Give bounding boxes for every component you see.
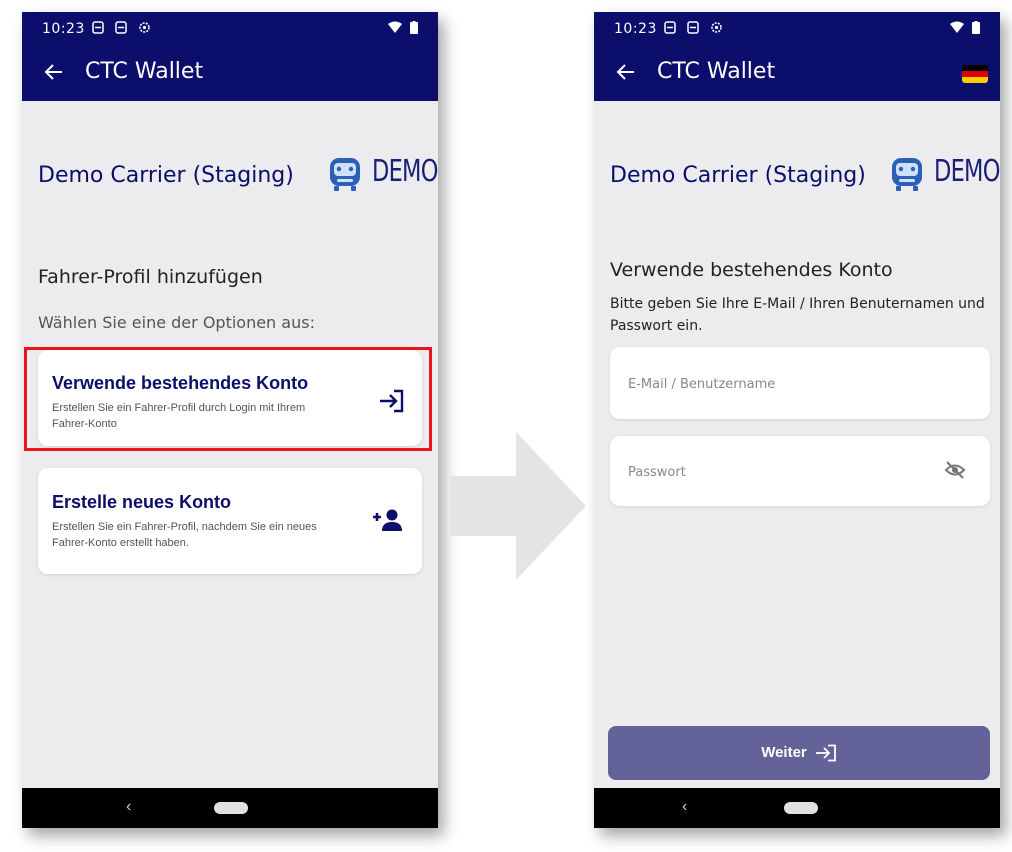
system-nav-bar: ‹: [594, 788, 1000, 828]
settings-icon: [711, 22, 722, 33]
instruction-text: Bitte geben Sie Ihre E-Mail / Ihren Benu…: [610, 296, 985, 334]
status-time: 10:23: [42, 21, 85, 37]
add-person-icon: [373, 509, 402, 531]
nav-back-icon[interactable]: ‹: [682, 798, 687, 816]
bus-logo-icon: [892, 158, 922, 191]
sim-icon: [115, 21, 127, 34]
app-title: CTC Wallet: [657, 59, 776, 84]
option-new-account[interactable]: Erstelle neues Konto Erstellen Sie ein F…: [38, 468, 422, 574]
selection-highlight: [24, 347, 432, 451]
visibility-off-icon[interactable]: [944, 460, 966, 480]
back-arrow-icon[interactable]: [614, 60, 638, 84]
instruction-text: Wählen Sie eine der Optionen aus:: [38, 313, 315, 332]
status-notification-icons: [92, 21, 151, 38]
option-subtitle: Erstellen Sie ein Fahrer-Profil, nachdem…: [52, 521, 317, 549]
status-system-icons: [949, 18, 980, 35]
battery-icon: [972, 20, 980, 34]
phone-screen-right: 10:23 CTC Wallet Demo Carrier (Staging) …: [594, 12, 1000, 828]
password-field[interactable]: [610, 436, 990, 508]
nav-home-pill[interactable]: [214, 802, 248, 814]
battery-icon: [410, 20, 418, 34]
status-system-icons: [387, 18, 418, 35]
back-arrow-icon[interactable]: [42, 60, 66, 84]
section-heading: Verwende bestehendes Konto: [610, 259, 893, 281]
submit-button[interactable]: Weiter: [608, 726, 990, 780]
email-input[interactable]: [626, 347, 930, 421]
sim-icon: [664, 21, 676, 34]
app-bar: 10:23 CTC Wallet: [22, 12, 438, 101]
section-heading: Fahrer-Profil hinzufügen: [38, 266, 263, 288]
app-bar: 10:23 CTC Wallet: [594, 12, 1000, 101]
email-field[interactable]: [610, 347, 990, 421]
wifi-icon: [387, 21, 402, 34]
nav-home-pill[interactable]: [784, 802, 818, 814]
logo-text: DEMO: [934, 154, 1000, 189]
transition-arrow-icon: [450, 432, 586, 580]
settings-icon: [139, 22, 150, 33]
logo-text: DEMO: [372, 154, 438, 189]
carrier-name: Demo Carrier (Staging): [610, 163, 866, 188]
phone-screen-left: 10:23 CTC Wallet Demo Carrier (Staging) …: [22, 12, 438, 828]
bus-logo-icon: [330, 158, 360, 191]
sim-icon: [92, 21, 104, 34]
password-input[interactable]: [626, 436, 930, 508]
carrier-name: Demo Carrier (Staging): [38, 163, 294, 188]
wifi-icon: [949, 21, 964, 34]
system-nav-bar: ‹: [22, 788, 438, 828]
app-title: CTC Wallet: [85, 59, 204, 84]
login-icon: [815, 744, 836, 762]
status-notification-icons: [664, 21, 723, 38]
submit-label: Weiter: [761, 744, 807, 761]
sim-icon: [687, 21, 699, 34]
de-flag-icon[interactable]: [962, 65, 988, 83]
status-time: 10:23: [614, 21, 657, 37]
option-title: Erstelle neues Konto: [52, 492, 232, 512]
nav-back-icon[interactable]: ‹: [126, 798, 131, 816]
